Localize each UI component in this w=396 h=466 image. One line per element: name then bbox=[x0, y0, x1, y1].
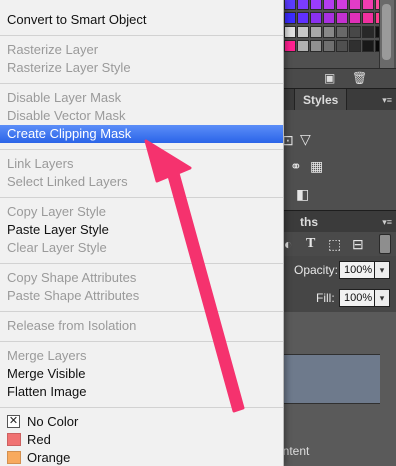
swatches-footer: ▣ 🗑 bbox=[280, 68, 396, 89]
color-swatch bbox=[7, 433, 21, 446]
color-item-orange[interactable]: Orange bbox=[0, 449, 283, 466]
menu-item-select-linked-layers[interactable]: Select Linked Layers bbox=[0, 173, 283, 191]
color-swatch-cell[interactable] bbox=[349, 12, 361, 24]
menu-item-convert-to-smart-object[interactable]: Convert to Smart Object bbox=[0, 11, 283, 29]
layer-filter-bar: ◐ T ⬚ ⊟ bbox=[280, 232, 396, 256]
menu-separator bbox=[0, 197, 283, 198]
color-label: Orange bbox=[27, 450, 71, 465]
color-swatch bbox=[7, 451, 21, 464]
color-swatch-cell[interactable] bbox=[310, 12, 322, 24]
menu-item-disable-vector-mask[interactable]: Disable Vector Mask bbox=[0, 107, 283, 125]
fill-dropdown-icon[interactable]: ▾ bbox=[374, 289, 390, 307]
color-item-no-color[interactable]: ✕ No Color bbox=[0, 413, 283, 431]
color-swatch-cell[interactable] bbox=[323, 12, 335, 24]
panel-menu-icon[interactable]: ▾≡ bbox=[382, 95, 392, 106]
color-swatch-cell[interactable] bbox=[349, 0, 361, 10]
menu-item-merge-layers[interactable]: Merge Layers bbox=[0, 347, 283, 365]
menu-separator bbox=[0, 407, 283, 408]
color-swatch-cell[interactable] bbox=[310, 40, 322, 52]
menu-item-paste-shape-attributes[interactable]: Paste Shape Attributes bbox=[0, 287, 283, 305]
menu-item-rasterize-layer-style[interactable]: Rasterize Layer Style bbox=[0, 59, 283, 77]
color-swatch-cell[interactable] bbox=[362, 40, 374, 52]
color-swatch-cell[interactable] bbox=[310, 0, 322, 10]
menu-separator bbox=[0, 311, 283, 312]
color-swatch-cell[interactable] bbox=[297, 0, 309, 10]
scrollbar-thumb[interactable] bbox=[382, 4, 391, 60]
color-label: No Color bbox=[27, 414, 79, 429]
color-swatch-cell[interactable] bbox=[323, 26, 335, 38]
menu-separator bbox=[0, 83, 283, 84]
color-swatch-cell[interactable] bbox=[336, 0, 348, 10]
adjustment-filter-icon[interactable]: ◐ bbox=[284, 236, 292, 252]
tab-paths[interactable]: ths bbox=[294, 211, 324, 233]
color-swatch-cell[interactable] bbox=[349, 26, 361, 38]
color-swatch-cell[interactable] bbox=[284, 12, 296, 24]
menu-item-copy-layer-style[interactable]: Copy Layer Style bbox=[0, 203, 283, 221]
color-swatch-cell[interactable] bbox=[297, 26, 309, 38]
filter-toggle[interactable] bbox=[379, 234, 391, 254]
layer-context-menu: Convert to Smart Object Rasterize Layer Ra… bbox=[0, 0, 284, 466]
color-swatch-cell[interactable] bbox=[336, 40, 348, 52]
color-swatch-cell[interactable] bbox=[349, 40, 361, 52]
menu-item-disable-layer-mask[interactable]: Disable Layer Mask bbox=[0, 89, 283, 107]
fill-row: Fill: 100% ▾ bbox=[280, 284, 396, 313]
fill-input[interactable]: 100% bbox=[339, 289, 375, 307]
smartobject-filter-icon[interactable]: ⊟ bbox=[352, 236, 364, 253]
layers-list: ontent bbox=[276, 312, 396, 466]
color-swatch-cell[interactable] bbox=[362, 0, 374, 10]
menu-item-rasterize-layer[interactable]: Rasterize Layer bbox=[0, 41, 283, 59]
styles-tabbar: Styles ▾≡ bbox=[280, 88, 396, 112]
color-label: Red bbox=[27, 432, 51, 447]
menu-item-flatten-image[interactable]: Flatten Image bbox=[0, 383, 283, 401]
adjustments-panel: ⊡ ▽ ⚭ ▦ ◧ bbox=[280, 110, 396, 210]
menu-separator bbox=[0, 341, 283, 342]
menu-item-merge-visible[interactable]: Merge Visible bbox=[0, 365, 283, 383]
colorbalance-icon[interactable]: ⚭ bbox=[290, 158, 302, 174]
menu-separator bbox=[0, 149, 283, 150]
color-swatch-cell[interactable] bbox=[323, 40, 335, 52]
opacity-row: Opacity: 100% ▾ bbox=[280, 256, 396, 285]
menu-item-release-from-isolation[interactable]: Release from Isolation bbox=[0, 317, 283, 335]
trash-icon[interactable]: 🗑 bbox=[352, 71, 367, 85]
swatches-scrollbar[interactable] bbox=[379, 0, 394, 68]
selected-layer-row[interactable] bbox=[280, 354, 380, 404]
color-swatch-cell[interactable] bbox=[323, 0, 335, 10]
color-swatch-cell[interactable] bbox=[336, 26, 348, 38]
menu-item-create-clipping-mask[interactable]: Create Clipping Mask bbox=[0, 125, 283, 143]
opacity-input[interactable]: 100% bbox=[339, 261, 375, 279]
menu-item-paste-layer-style[interactable]: Paste Layer Style bbox=[0, 221, 283, 239]
menu-separator bbox=[0, 263, 283, 264]
shape-filter-icon[interactable]: ⬚ bbox=[328, 236, 341, 253]
triangle-icon[interactable]: ▽ bbox=[300, 131, 311, 147]
menu-item-clear-layer-style[interactable]: Clear Layer Style bbox=[0, 239, 283, 257]
menu-separator bbox=[0, 35, 283, 36]
opacity-label: Opacity: bbox=[294, 263, 339, 277]
color-item-red[interactable]: Red bbox=[0, 431, 283, 449]
no-color-icon: ✕ bbox=[7, 415, 20, 428]
gradient-map-icon[interactable]: ◧ bbox=[296, 186, 309, 202]
layers-panel-menu-icon[interactable]: ▾≡ bbox=[382, 217, 392, 228]
grid-icon[interactable]: ▦ bbox=[310, 158, 323, 174]
menu-item-link-layers[interactable]: Link Layers bbox=[0, 155, 283, 173]
layers-tabbar: ths ▾≡ bbox=[280, 210, 396, 234]
color-swatch-cell[interactable] bbox=[297, 40, 309, 52]
type-filter-icon[interactable]: T bbox=[306, 236, 315, 252]
color-swatch-cell[interactable] bbox=[362, 26, 374, 38]
color-swatch-cell[interactable] bbox=[310, 26, 322, 38]
color-swatch-cell[interactable] bbox=[284, 0, 296, 10]
color-swatch-cell[interactable] bbox=[284, 26, 296, 38]
tab-styles[interactable]: Styles bbox=[294, 89, 348, 111]
color-swatch-cell[interactable] bbox=[336, 12, 348, 24]
color-swatch-cell[interactable] bbox=[284, 40, 296, 52]
fill-label: Fill: bbox=[316, 291, 335, 305]
menu-item-copy-shape-attributes[interactable]: Copy Shape Attributes bbox=[0, 269, 283, 287]
new-swatch-icon[interactable]: ▣ bbox=[324, 71, 335, 85]
color-swatch-cell[interactable] bbox=[362, 12, 374, 24]
color-swatch-cell[interactable] bbox=[297, 12, 309, 24]
opacity-dropdown-icon[interactable]: ▾ bbox=[374, 261, 390, 279]
